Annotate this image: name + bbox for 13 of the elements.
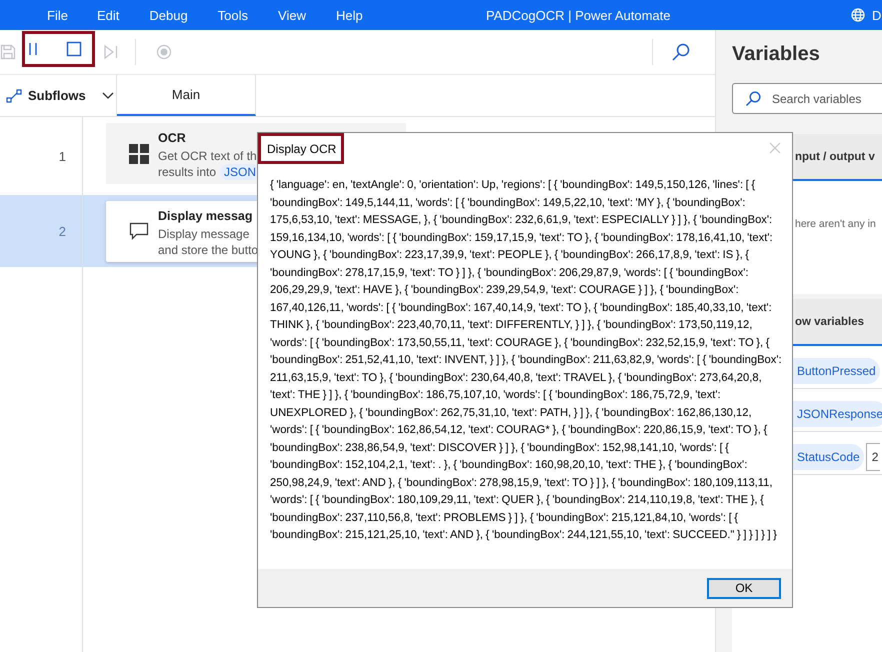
action-title: OCR <box>158 130 187 146</box>
dialog-title: Display OCR <box>258 133 344 164</box>
variable-value: 2 <box>866 443 880 471</box>
action-title: Display messag <box>158 208 254 225</box>
empty-message: here aren't any in <box>795 218 876 230</box>
action-description: Get OCR text of th <box>158 148 257 164</box>
panel-title: Variables <box>732 43 821 67</box>
action-description: results into <box>158 164 216 180</box>
line-number: 2 <box>58 224 66 238</box>
action-description: Display message <box>158 226 250 242</box>
window-title: PADCogOCR | Power Automate <box>486 8 670 22</box>
line-number: 1 <box>58 148 66 164</box>
action-description: and store the butto <box>158 242 258 258</box>
